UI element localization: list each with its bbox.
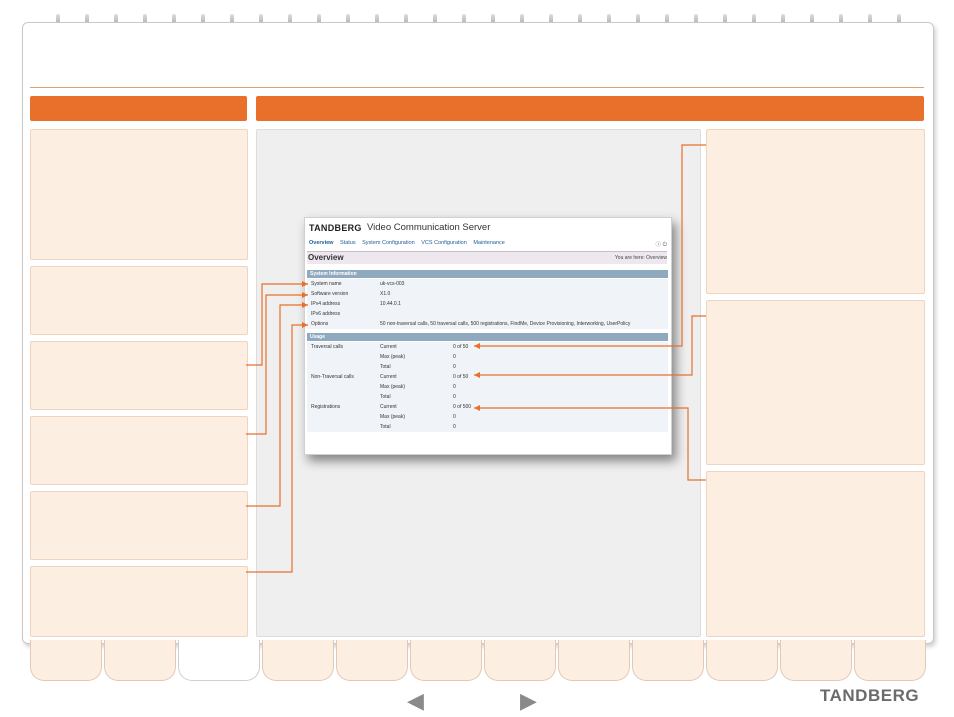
vcs-logo: TANDBERG [309, 223, 362, 233]
row-value: X1.0 [380, 291, 391, 297]
row-metric: Max (peak) [380, 414, 406, 420]
usage-header: Usage [307, 333, 668, 341]
left-note-box [30, 129, 248, 260]
row-value: 0 [453, 384, 456, 390]
chapter-tab[interactable] [632, 640, 704, 681]
app-title: Video Communication Server [367, 222, 491, 233]
row-label: Traversal calls [311, 344, 344, 350]
row-metric: Current [380, 344, 397, 350]
row-label: Non-Traversal calls [311, 374, 354, 380]
menu-status[interactable]: Status [340, 240, 356, 246]
vcs-window: TANDBERG Video Communication Server Over… [304, 217, 672, 455]
right-note-box [706, 300, 925, 465]
table-row: Traversal calls Current 0 of 50 [307, 342, 668, 352]
next-page-arrow-icon[interactable]: ▶ [520, 688, 537, 714]
table-row: Total 0 [307, 422, 668, 432]
menu-overview[interactable]: Overview [309, 240, 333, 246]
chapter-tab[interactable] [410, 640, 482, 681]
row-metric: Current [380, 374, 397, 380]
menu-maintenance[interactable]: Maintenance [473, 240, 505, 246]
vcs-header: TANDBERG Video Communication Server [305, 218, 671, 238]
menu-system-configuration[interactable]: System Configuration [362, 240, 415, 246]
row-label: Registrations [311, 404, 341, 410]
left-note-box [30, 341, 248, 410]
left-column-header-bar [30, 96, 247, 121]
chapter-tab[interactable] [558, 640, 630, 681]
row-value: 0 of 50 [453, 344, 469, 350]
left-note-box [30, 416, 248, 485]
row-metric: Max (peak) [380, 354, 406, 360]
row-metric: Max (peak) [380, 384, 406, 390]
row-value: 0 of 50 [453, 374, 469, 380]
table-row: Total 0 [307, 362, 668, 372]
footer-logo: TANDBERG [820, 686, 920, 705]
chapter-tab[interactable] [336, 640, 408, 681]
row-value: 0 of 500 [453, 404, 472, 410]
question-icon[interactable]: ⓘ [656, 242, 662, 248]
right-note-box [706, 471, 925, 637]
chapter-tab[interactable] [262, 640, 334, 681]
page-title: Overview [308, 253, 344, 262]
breadcrumb: You are here: Overview [615, 255, 667, 261]
menu-vcs-configuration[interactable]: VCS Configuration [421, 240, 467, 246]
breadcrumb-prefix: You are here: [614, 255, 645, 261]
left-note-box [30, 566, 248, 637]
chapter-tab[interactable] [706, 640, 778, 681]
row-value: 10.44.0.1 [380, 301, 401, 307]
row-label: Software version [311, 291, 349, 297]
right-note-box [706, 129, 925, 294]
row-metric: Total [380, 394, 391, 400]
table-row: Registrations Current 0 of 500 [307, 402, 668, 412]
row-value: 0 [453, 354, 456, 360]
chapter-tab-active[interactable] [178, 640, 260, 681]
row-value: 0 [453, 394, 456, 400]
chapter-tabs [22, 640, 932, 682]
chapter-tab[interactable] [780, 640, 852, 681]
row-label: IPv4 address [311, 301, 341, 307]
header-rule [30, 87, 924, 88]
table-row: Max (peak) 0 [307, 382, 668, 392]
chapter-tab[interactable] [854, 640, 926, 681]
row-metric: Current [380, 404, 397, 410]
row-metric: Total [380, 424, 391, 430]
row-value: 0 [453, 364, 456, 370]
system-information-header: System Information [307, 270, 668, 278]
row-label: IPv6 address [311, 311, 341, 317]
row-value: 0 [453, 414, 456, 420]
table-row: Software version X1.0 [307, 289, 668, 299]
left-note-box [30, 266, 248, 335]
table-row: Max (peak) 0 [307, 352, 668, 362]
row-value: 0 [453, 424, 456, 430]
power-icon[interactable]: ⏻ [663, 242, 667, 248]
main-header-bar [256, 96, 924, 121]
previous-page-arrow-icon[interactable]: ◀ [407, 688, 424, 714]
table-row: Options 50 non-traversal calls, 50 traver… [307, 319, 668, 329]
row-value: 50 non-traversal calls, 50 traversal cal… [380, 321, 631, 327]
row-value: uk-vcs-003 [380, 281, 405, 287]
table-row: IPv6 address [307, 309, 668, 319]
left-note-box [30, 491, 248, 560]
chapter-tab[interactable] [30, 640, 102, 681]
table-row: Max (peak) 0 [307, 412, 668, 422]
table-row: Non-Traversal calls Current 0 of 50 [307, 372, 668, 382]
page-title-bar [307, 251, 667, 264]
toolbar-icons: ⓘ ⏻ [656, 240, 667, 249]
row-label: Options [311, 321, 329, 327]
table-row: IPv4 address 10.44.0.1 [307, 299, 668, 309]
system-information-table: System name uk-vcs-003 Software version X1… [307, 279, 668, 329]
row-metric: Total [380, 364, 391, 370]
main-menu: Overview Status System Configuration VCS… [309, 240, 510, 246]
table-row: System name uk-vcs-003 [307, 279, 668, 289]
usage-table: Traversal calls Current 0 of 50 Max (peak)… [307, 342, 668, 432]
chapter-tab[interactable] [484, 640, 556, 681]
row-label: System name [311, 281, 342, 287]
breadcrumb-current[interactable]: Overview [646, 255, 667, 261]
chapter-tab[interactable] [104, 640, 176, 681]
table-row: Total 0 [307, 392, 668, 402]
